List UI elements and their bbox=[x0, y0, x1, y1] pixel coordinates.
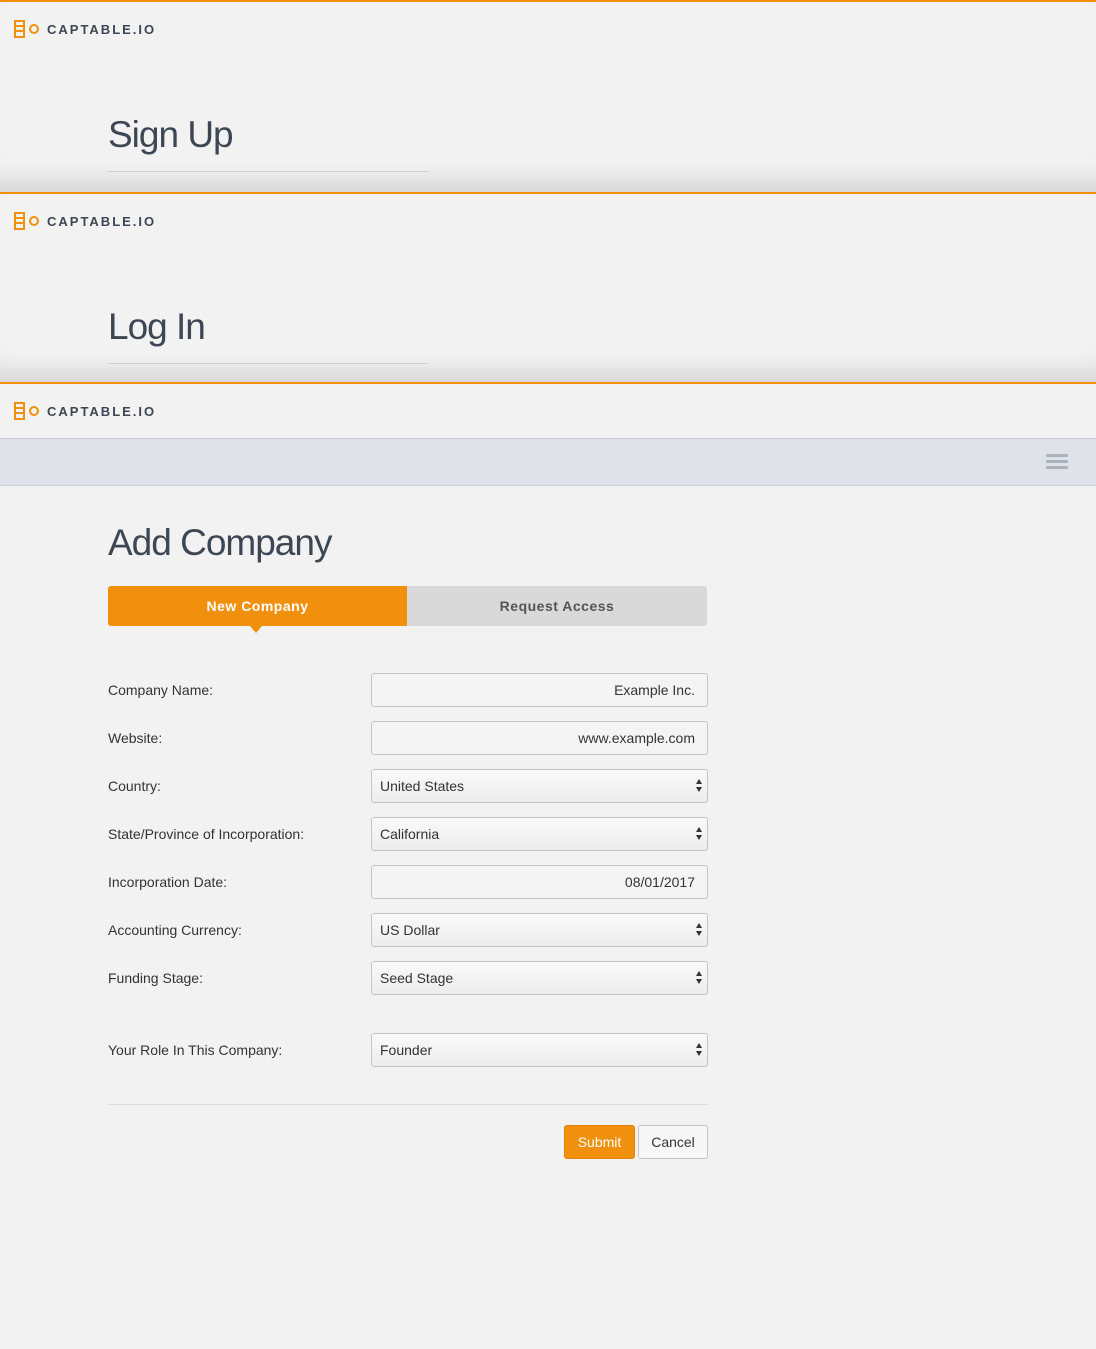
title-divider bbox=[108, 363, 428, 364]
country-select-value: United States bbox=[380, 778, 465, 794]
tab-bar: New Company Request Access bbox=[108, 586, 707, 633]
form-row-currency: Accounting Currency: US Dollar bbox=[108, 913, 708, 947]
select-arrows-icon bbox=[696, 1043, 703, 1057]
captable-logo-icon bbox=[14, 402, 42, 420]
toolbar bbox=[0, 438, 1096, 486]
state-select-value: California bbox=[380, 826, 440, 842]
brand[interactable]: CAPTABLE.IO bbox=[14, 212, 156, 230]
website-field[interactable]: www.example.com bbox=[371, 721, 708, 755]
tab-new-company[interactable]: New Company bbox=[108, 586, 407, 633]
select-arrows-icon bbox=[696, 779, 703, 793]
incorporation-date-label: Incorporation Date: bbox=[108, 874, 228, 890]
country-select[interactable]: United States bbox=[371, 769, 708, 803]
website-label: Website: bbox=[108, 730, 163, 746]
login-panel: CAPTABLE.IO Log In bbox=[0, 192, 1096, 382]
role-label: Your Role In This Company: bbox=[108, 1042, 283, 1058]
page-title: Add Company bbox=[108, 522, 332, 563]
page-title: Log In bbox=[108, 306, 206, 347]
form-row-role: Your Role In This Company: Founder bbox=[108, 1033, 708, 1067]
state-label: State/Province of Incorporation: bbox=[108, 826, 305, 842]
form-row-country: Country: United States bbox=[108, 769, 708, 803]
brand[interactable]: CAPTABLE.IO bbox=[14, 402, 156, 420]
add-company-panel: CAPTABLE.IO Add Company New Company Requ… bbox=[0, 382, 1096, 1349]
country-label: Country: bbox=[108, 778, 161, 794]
page-title: Sign Up bbox=[108, 114, 234, 155]
funding-stage-label: Funding Stage: bbox=[108, 970, 203, 986]
select-arrows-icon bbox=[696, 971, 703, 985]
form-divider bbox=[108, 1104, 708, 1105]
company-name-label: Company Name: bbox=[108, 682, 214, 698]
brand-name: CAPTABLE.IO bbox=[47, 213, 157, 229]
currency-select-value: US Dollar bbox=[380, 922, 440, 938]
select-arrows-icon bbox=[696, 923, 703, 937]
signup-panel: CAPTABLE.IO Sign Up bbox=[0, 0, 1096, 192]
hamburger-menu-icon[interactable] bbox=[1046, 453, 1068, 471]
brand-name: CAPTABLE.IO bbox=[47, 21, 157, 37]
currency-select[interactable]: US Dollar bbox=[371, 913, 708, 947]
form-row-website: Website: www.example.com bbox=[108, 721, 708, 755]
company-name-field[interactable]: Example Inc. bbox=[371, 673, 708, 707]
funding-stage-select[interactable]: Seed Stage bbox=[371, 961, 708, 995]
form-row-incorporation-date: Incorporation Date: 08/01/2017 bbox=[108, 865, 708, 899]
currency-label: Accounting Currency: bbox=[108, 922, 242, 938]
role-select[interactable]: Founder bbox=[371, 1033, 708, 1067]
brand-name: CAPTABLE.IO bbox=[47, 403, 157, 419]
incorporation-date-field[interactable]: 08/01/2017 bbox=[371, 865, 708, 899]
captable-logo-icon bbox=[14, 20, 42, 38]
form-row-state: State/Province of Incorporation: Califor… bbox=[108, 817, 708, 851]
captable-logo-icon bbox=[14, 212, 42, 230]
title-divider bbox=[108, 171, 428, 172]
form-row-funding-stage: Funding Stage: Seed Stage bbox=[108, 961, 708, 995]
role-select-value: Founder bbox=[380, 1042, 433, 1058]
tab-request-access[interactable]: Request Access bbox=[407, 586, 707, 626]
funding-stage-select-value: Seed Stage bbox=[380, 970, 454, 986]
state-select[interactable]: California bbox=[371, 817, 708, 851]
brand[interactable]: CAPTABLE.IO bbox=[14, 20, 156, 38]
select-arrows-icon bbox=[696, 827, 703, 841]
submit-button[interactable]: Submit bbox=[564, 1125, 635, 1159]
form-row-company-name: Company Name: Example Inc. bbox=[108, 673, 708, 707]
cancel-button[interactable]: Cancel bbox=[638, 1125, 708, 1159]
